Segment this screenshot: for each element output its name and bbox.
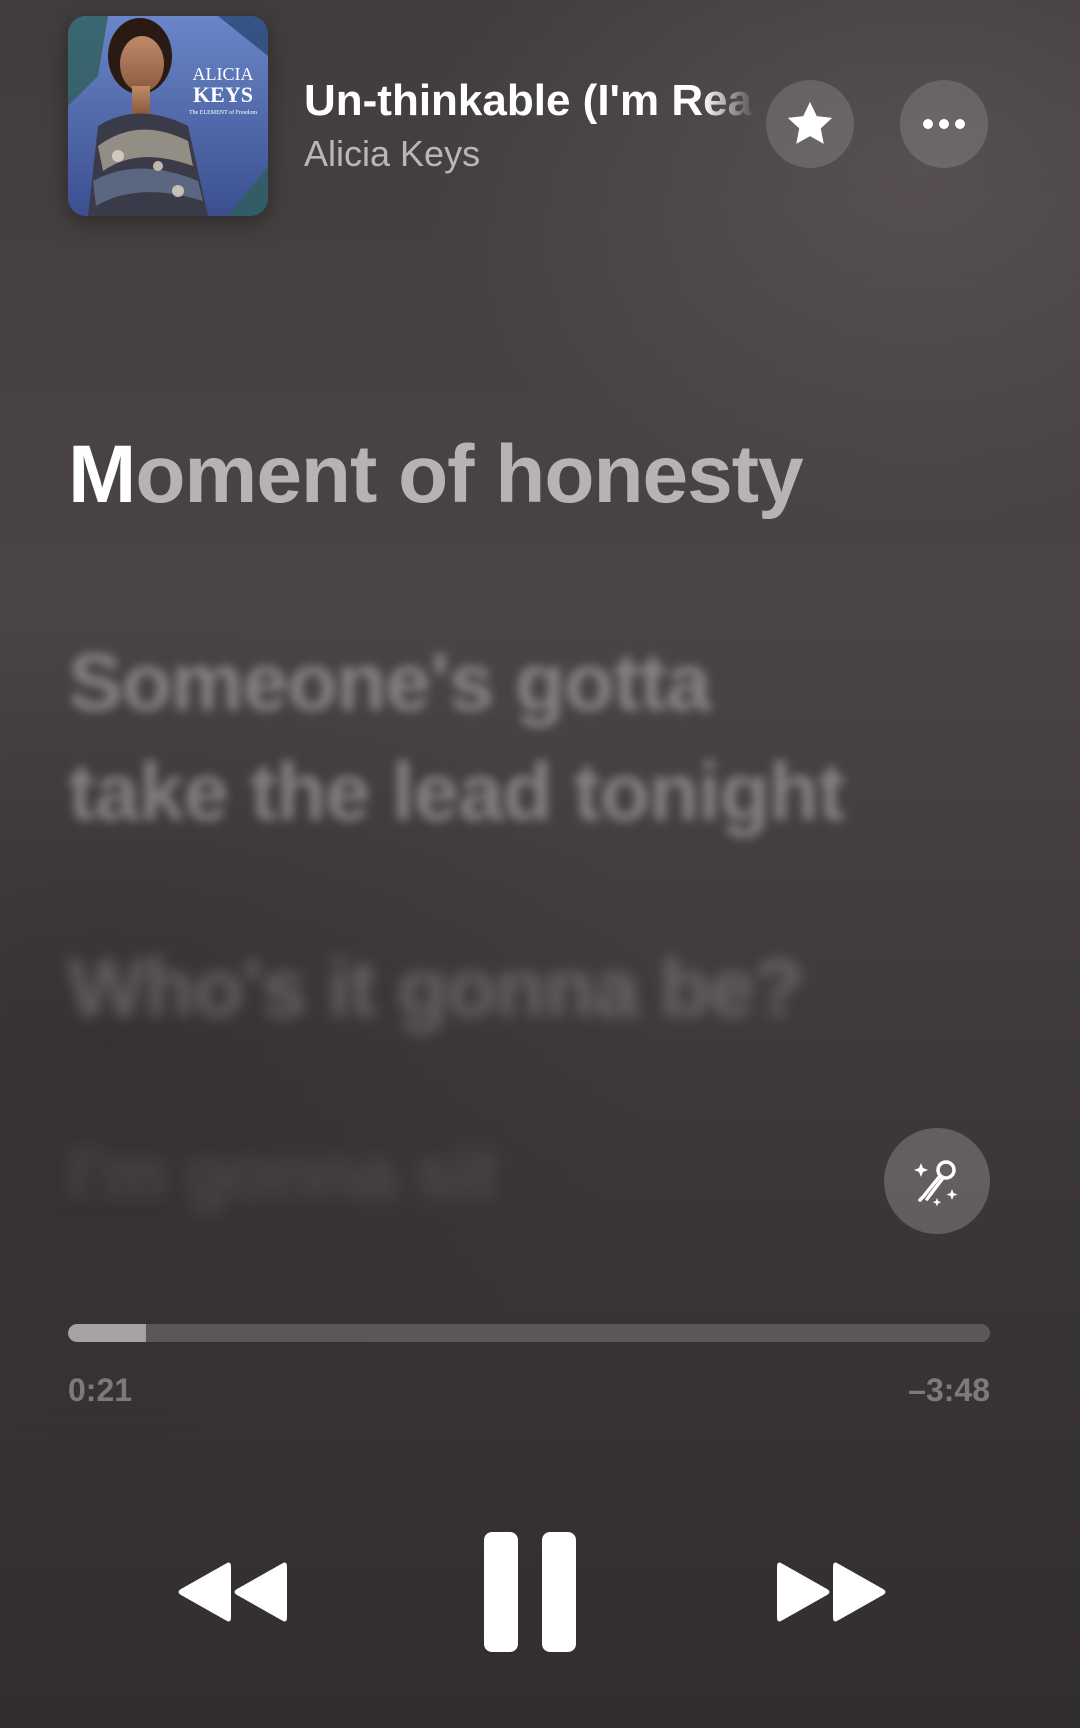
time-elapsed: 0:21 bbox=[68, 1372, 133, 1408]
favorite-button[interactable] bbox=[766, 80, 854, 168]
fast-forward-button[interactable] bbox=[770, 1556, 896, 1628]
track-info[interactable]: Un-thinkable (I'm Ready) Alicia Keys bbox=[304, 70, 756, 176]
lyric-line-next-1[interactable]: Someone's gotta bbox=[68, 628, 988, 738]
pause-button[interactable] bbox=[482, 1530, 578, 1654]
progress-scrubber[interactable] bbox=[68, 1324, 990, 1342]
time-remaining: –3:48 bbox=[908, 1372, 990, 1408]
microphone-sparkles-icon bbox=[914, 1160, 958, 1207]
rewind-button[interactable] bbox=[168, 1556, 294, 1628]
ellipsis-icon bbox=[923, 119, 965, 129]
lyric-line-current[interactable]: Moment of honesty bbox=[68, 420, 988, 530]
track-title: Un-thinkable (I'm Ready) bbox=[304, 76, 756, 125]
progress-fill bbox=[68, 1324, 147, 1342]
star-icon bbox=[787, 101, 833, 144]
album-art-text-line1: ALICIA bbox=[193, 64, 254, 84]
lyric-line-next-2[interactable]: take the lead tonight bbox=[68, 738, 988, 848]
more-options-button[interactable] bbox=[900, 80, 988, 168]
lyric-unsung-portion: oment of honesty bbox=[135, 429, 803, 520]
lyric-line-next-4[interactable]: I'm gonna sit bbox=[68, 1124, 988, 1224]
album-art-text-line3: The ELEMENT of Freedom bbox=[189, 109, 257, 116]
album-art-text-line2: KEYS bbox=[193, 82, 253, 107]
album-art[interactable]: ALICIA KEYS The ELEMENT of Freedom bbox=[68, 16, 268, 216]
pause-icon bbox=[484, 1532, 576, 1652]
lyric-sung-portion: M bbox=[68, 429, 136, 520]
fast-forward-icon bbox=[777, 1562, 886, 1622]
track-artist: Alicia Keys bbox=[304, 133, 481, 174]
lyric-line-next-3[interactable]: Who's it gonna be? bbox=[68, 934, 988, 1044]
lyrics-view[interactable]: Moment of honesty Someone's gotta take t… bbox=[68, 420, 988, 1224]
sing-button[interactable] bbox=[884, 1128, 990, 1234]
rewind-icon bbox=[178, 1562, 287, 1622]
